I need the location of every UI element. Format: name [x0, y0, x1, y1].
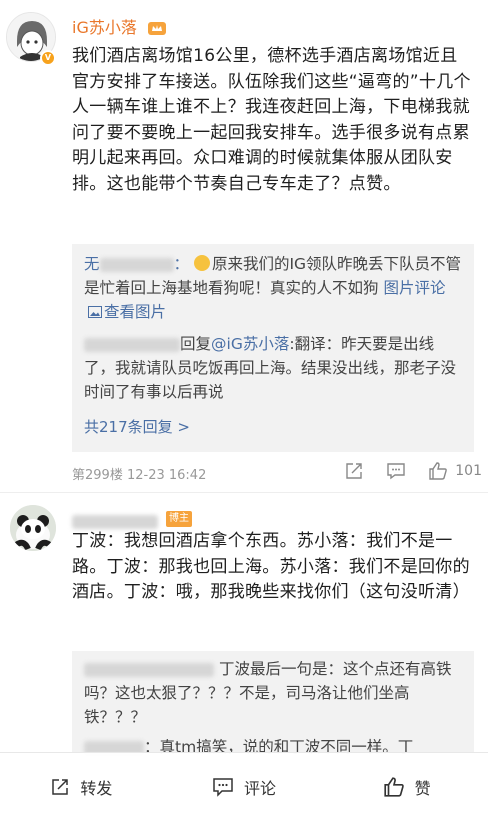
- bottom-action-bar: 转发 评论 赞: [0, 752, 488, 832]
- emoji-icon: [193, 255, 210, 271]
- like-button[interactable]: 赞: [325, 775, 488, 799]
- like-count: 101: [455, 463, 482, 479]
- author-badge: 博主: [166, 511, 192, 527]
- mention-link[interactable]: @iG苏小落: [211, 335, 289, 353]
- username[interactable]: iG苏小落: [72, 18, 137, 38]
- share-icon[interactable]: [343, 460, 365, 482]
- view-picture-link[interactable]: 查看图片: [84, 303, 166, 321]
- crown-icon: [148, 22, 166, 35]
- repost-label: 转发: [80, 779, 113, 798]
- reply-username[interactable]: [84, 662, 214, 677]
- image-icon: [88, 306, 102, 318]
- username[interactable]: [72, 511, 158, 530]
- comment-label: 评论: [244, 779, 277, 798]
- reply-box[interactable]: 丁波最后一句是：这个点还有高铁吗？这也太狠了？？？不是，司马洛让他们坐高铁？？？…: [72, 651, 474, 761]
- repost-icon: [52, 779, 69, 795]
- reply-username[interactable]: [84, 337, 180, 352]
- reply-item[interactable]: 回复@iG苏小落:翻译：昨天要是出线了，我就请队员吃饭再回上海。结果没出线，那老…: [72, 332, 474, 404]
- reply-box[interactable]: 无： 原来我们的IG领队昨晚丢下队员不管是忙着回上海基地看狗呢！真实的人不如狗 …: [72, 244, 474, 452]
- avatar[interactable]: [10, 505, 56, 551]
- comment-meta: 第299楼 12-23 16:42 101: [72, 460, 482, 484]
- reply-to-label: 回复: [180, 335, 212, 353]
- comment-text: 丁波：我想回酒店拿个东西。苏小落：我们不是一路。丁波：那我也回上海。苏小落：我们…: [72, 531, 470, 603]
- comment-text: 我们酒店离场馆16公里，德杯选手酒店离场馆近且官方安排了车接送。队伍除我们这些“…: [72, 46, 471, 194]
- reply-item[interactable]: 无： 原来我们的IG领队昨晚丢下队员不管是忙着回上海基地看狗呢！真实的人不如狗 …: [72, 252, 474, 324]
- like-icon[interactable]: [427, 460, 449, 482]
- divider: [0, 492, 488, 493]
- comment-button[interactable]: 评论: [163, 775, 326, 799]
- thumbs-up-icon: [384, 777, 404, 797]
- picture-comment-link[interactable]: 图片评论: [383, 279, 445, 297]
- verified-badge: V: [40, 50, 56, 66]
- comment-icon[interactable]: [385, 460, 407, 482]
- like-label: 赞: [414, 779, 431, 798]
- floor-time: 第299楼 12-23 16:42: [72, 468, 207, 483]
- repost-button[interactable]: 转发: [0, 775, 163, 799]
- reply-username[interactable]: 无：: [84, 255, 189, 273]
- more-replies-link[interactable]: 共217条回复 >: [84, 416, 190, 437]
- reply-item[interactable]: 丁波最后一句是：这个点还有高铁吗？这也太狠了？？？不是，司马洛让他们坐高铁？？？: [72, 657, 474, 729]
- comment-icon: [213, 778, 233, 797]
